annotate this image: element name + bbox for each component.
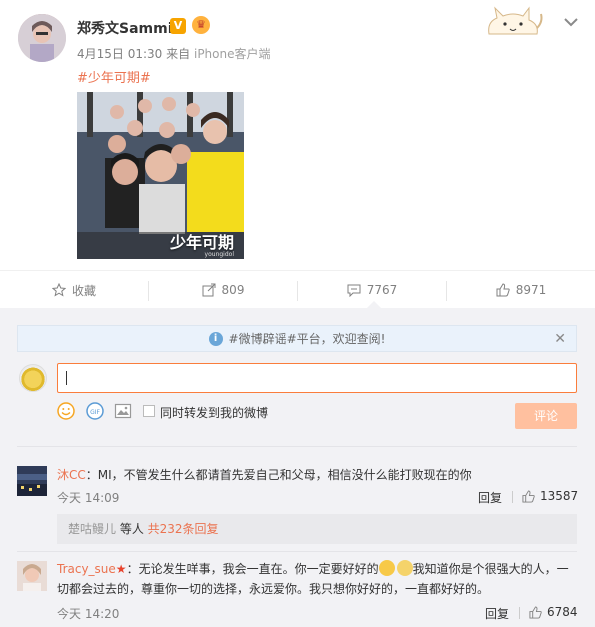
comment-count: 7767 bbox=[366, 283, 398, 297]
divider bbox=[512, 491, 513, 503]
comment-icon bbox=[347, 284, 361, 297]
favorite-label: 收藏 bbox=[71, 283, 96, 298]
my-avatar[interactable] bbox=[19, 364, 47, 392]
notice-text[interactable]: #微博辟谣#平台，欢迎查阅! bbox=[229, 330, 386, 347]
thumbs-up-icon bbox=[496, 283, 510, 297]
image-watermark: youngidol bbox=[204, 251, 234, 258]
like-button[interactable]: 8971 bbox=[447, 271, 595, 309]
commenter-avatar[interactable] bbox=[17, 561, 47, 591]
reply-button[interactable]: 回复 bbox=[485, 605, 509, 622]
action-bar: 收藏 809 7767 8971 bbox=[0, 270, 595, 308]
close-icon[interactable]: ✕ bbox=[554, 331, 566, 347]
like-count: 8971 bbox=[515, 283, 547, 297]
post-from-label: 来自 bbox=[166, 47, 191, 61]
sub-reply-count-link[interactable]: 共232条回复 bbox=[148, 522, 219, 536]
share-count: 809 bbox=[221, 283, 245, 297]
rumor-notice-bar: i #微博辟谣#平台，欢迎查阅! ✕ bbox=[17, 325, 577, 352]
vip-crown-icon: ♛ bbox=[192, 16, 210, 34]
post-hashtag-link[interactable]: #少年可期# bbox=[77, 67, 151, 86]
share-button[interactable]: 809 bbox=[149, 271, 297, 309]
send-comment-button[interactable]: 评论 bbox=[515, 403, 577, 429]
svg-text:GIF: GIF bbox=[90, 409, 100, 416]
sub-reply-mid: 等人 bbox=[116, 522, 148, 536]
sad-emoji-icon bbox=[396, 560, 413, 576]
chevron-down-icon[interactable] bbox=[561, 12, 581, 32]
comment-time: 今天 14:20 bbox=[57, 607, 120, 621]
author-name[interactable]: 郑秀文Sammi bbox=[77, 18, 173, 38]
dog-sticker-icon bbox=[488, 6, 543, 35]
comment-like-button[interactable]: 13587 bbox=[522, 489, 578, 503]
comment-text: Tracy_sue★：无论发生咩事，我会一直在。你一定要好好的 我知道你是个很强大… bbox=[57, 559, 579, 599]
info-icon: i bbox=[208, 331, 223, 346]
hug-emoji-icon bbox=[378, 560, 395, 576]
comment-time: 今天 14:09 bbox=[57, 491, 120, 505]
comment-divider bbox=[17, 446, 577, 447]
commenter-name[interactable]: 沐CC bbox=[57, 468, 86, 482]
image-caption: 少年可期 bbox=[169, 233, 234, 252]
weibo-post-card: 郑秀文Sammi V ♛ 4月15日 01:30 来自 iPhone客户端 #少… bbox=[0, 0, 595, 627]
comment-tab-pointer bbox=[367, 301, 381, 308]
repost-label: 同时转发到我的微博 bbox=[160, 406, 269, 420]
comment-body-part: 切都会过去的，尊重你一切的选择，永远爱你。我只想你好好的，一直都好好的。 bbox=[57, 582, 490, 596]
emoji-icon[interactable] bbox=[57, 402, 75, 420]
verified-badge-icon: V bbox=[170, 18, 186, 34]
comment-like-count: 6784 bbox=[547, 605, 578, 619]
divider bbox=[519, 607, 520, 619]
reply-button[interactable]: 回复 bbox=[478, 489, 502, 506]
share-icon bbox=[202, 283, 216, 297]
star-icon bbox=[51, 283, 66, 297]
vip-star-icon: ★ bbox=[115, 562, 127, 576]
comment-body-part: ：无论发生咩事，我会一直在。你一定要好好的 bbox=[126, 562, 379, 576]
comment-text: 沐CC：MI，不管发生什么都请首先爱自己和父母，相信没什么能打败现在的你 bbox=[57, 465, 577, 485]
thumbs-up-icon bbox=[522, 489, 535, 503]
comment-divider bbox=[17, 551, 577, 552]
thumbs-up-icon bbox=[529, 605, 542, 619]
comment-body: ：MI，不管发生什么都请首先爱自己和父母，相信没什么能打败现在的你 bbox=[85, 468, 472, 482]
sub-reply-author[interactable]: 楚咕鳗儿 bbox=[68, 522, 116, 536]
post-image[interactable]: 少年可期 youngidol bbox=[77, 92, 244, 259]
commenter-name[interactable]: Tracy_sue bbox=[57, 562, 116, 576]
post-date[interactable]: 4月15日 01:30 bbox=[77, 47, 162, 61]
sub-replies-bar[interactable]: 楚咕鳗儿 等人 共232条回复 bbox=[57, 514, 577, 544]
comment-input[interactable] bbox=[57, 363, 577, 393]
comment-body-part: 我知道你是个很强大的人，一 bbox=[412, 562, 569, 576]
text-caret bbox=[66, 370, 67, 385]
comment-like-count: 13587 bbox=[540, 489, 579, 503]
author-avatar[interactable] bbox=[18, 14, 66, 62]
gif-icon[interactable]: GIF bbox=[86, 402, 104, 420]
commenter-avatar[interactable] bbox=[17, 466, 47, 496]
image-upload-icon[interactable] bbox=[114, 402, 132, 420]
favorite-button[interactable]: 收藏 bbox=[0, 271, 148, 309]
post-meta: 4月15日 01:30 来自 iPhone客户端 bbox=[77, 45, 271, 62]
post-source[interactable]: iPhone客户端 bbox=[194, 47, 271, 61]
comment-like-button[interactable]: 6784 bbox=[529, 605, 578, 619]
repost-checkbox[interactable] bbox=[143, 405, 155, 417]
